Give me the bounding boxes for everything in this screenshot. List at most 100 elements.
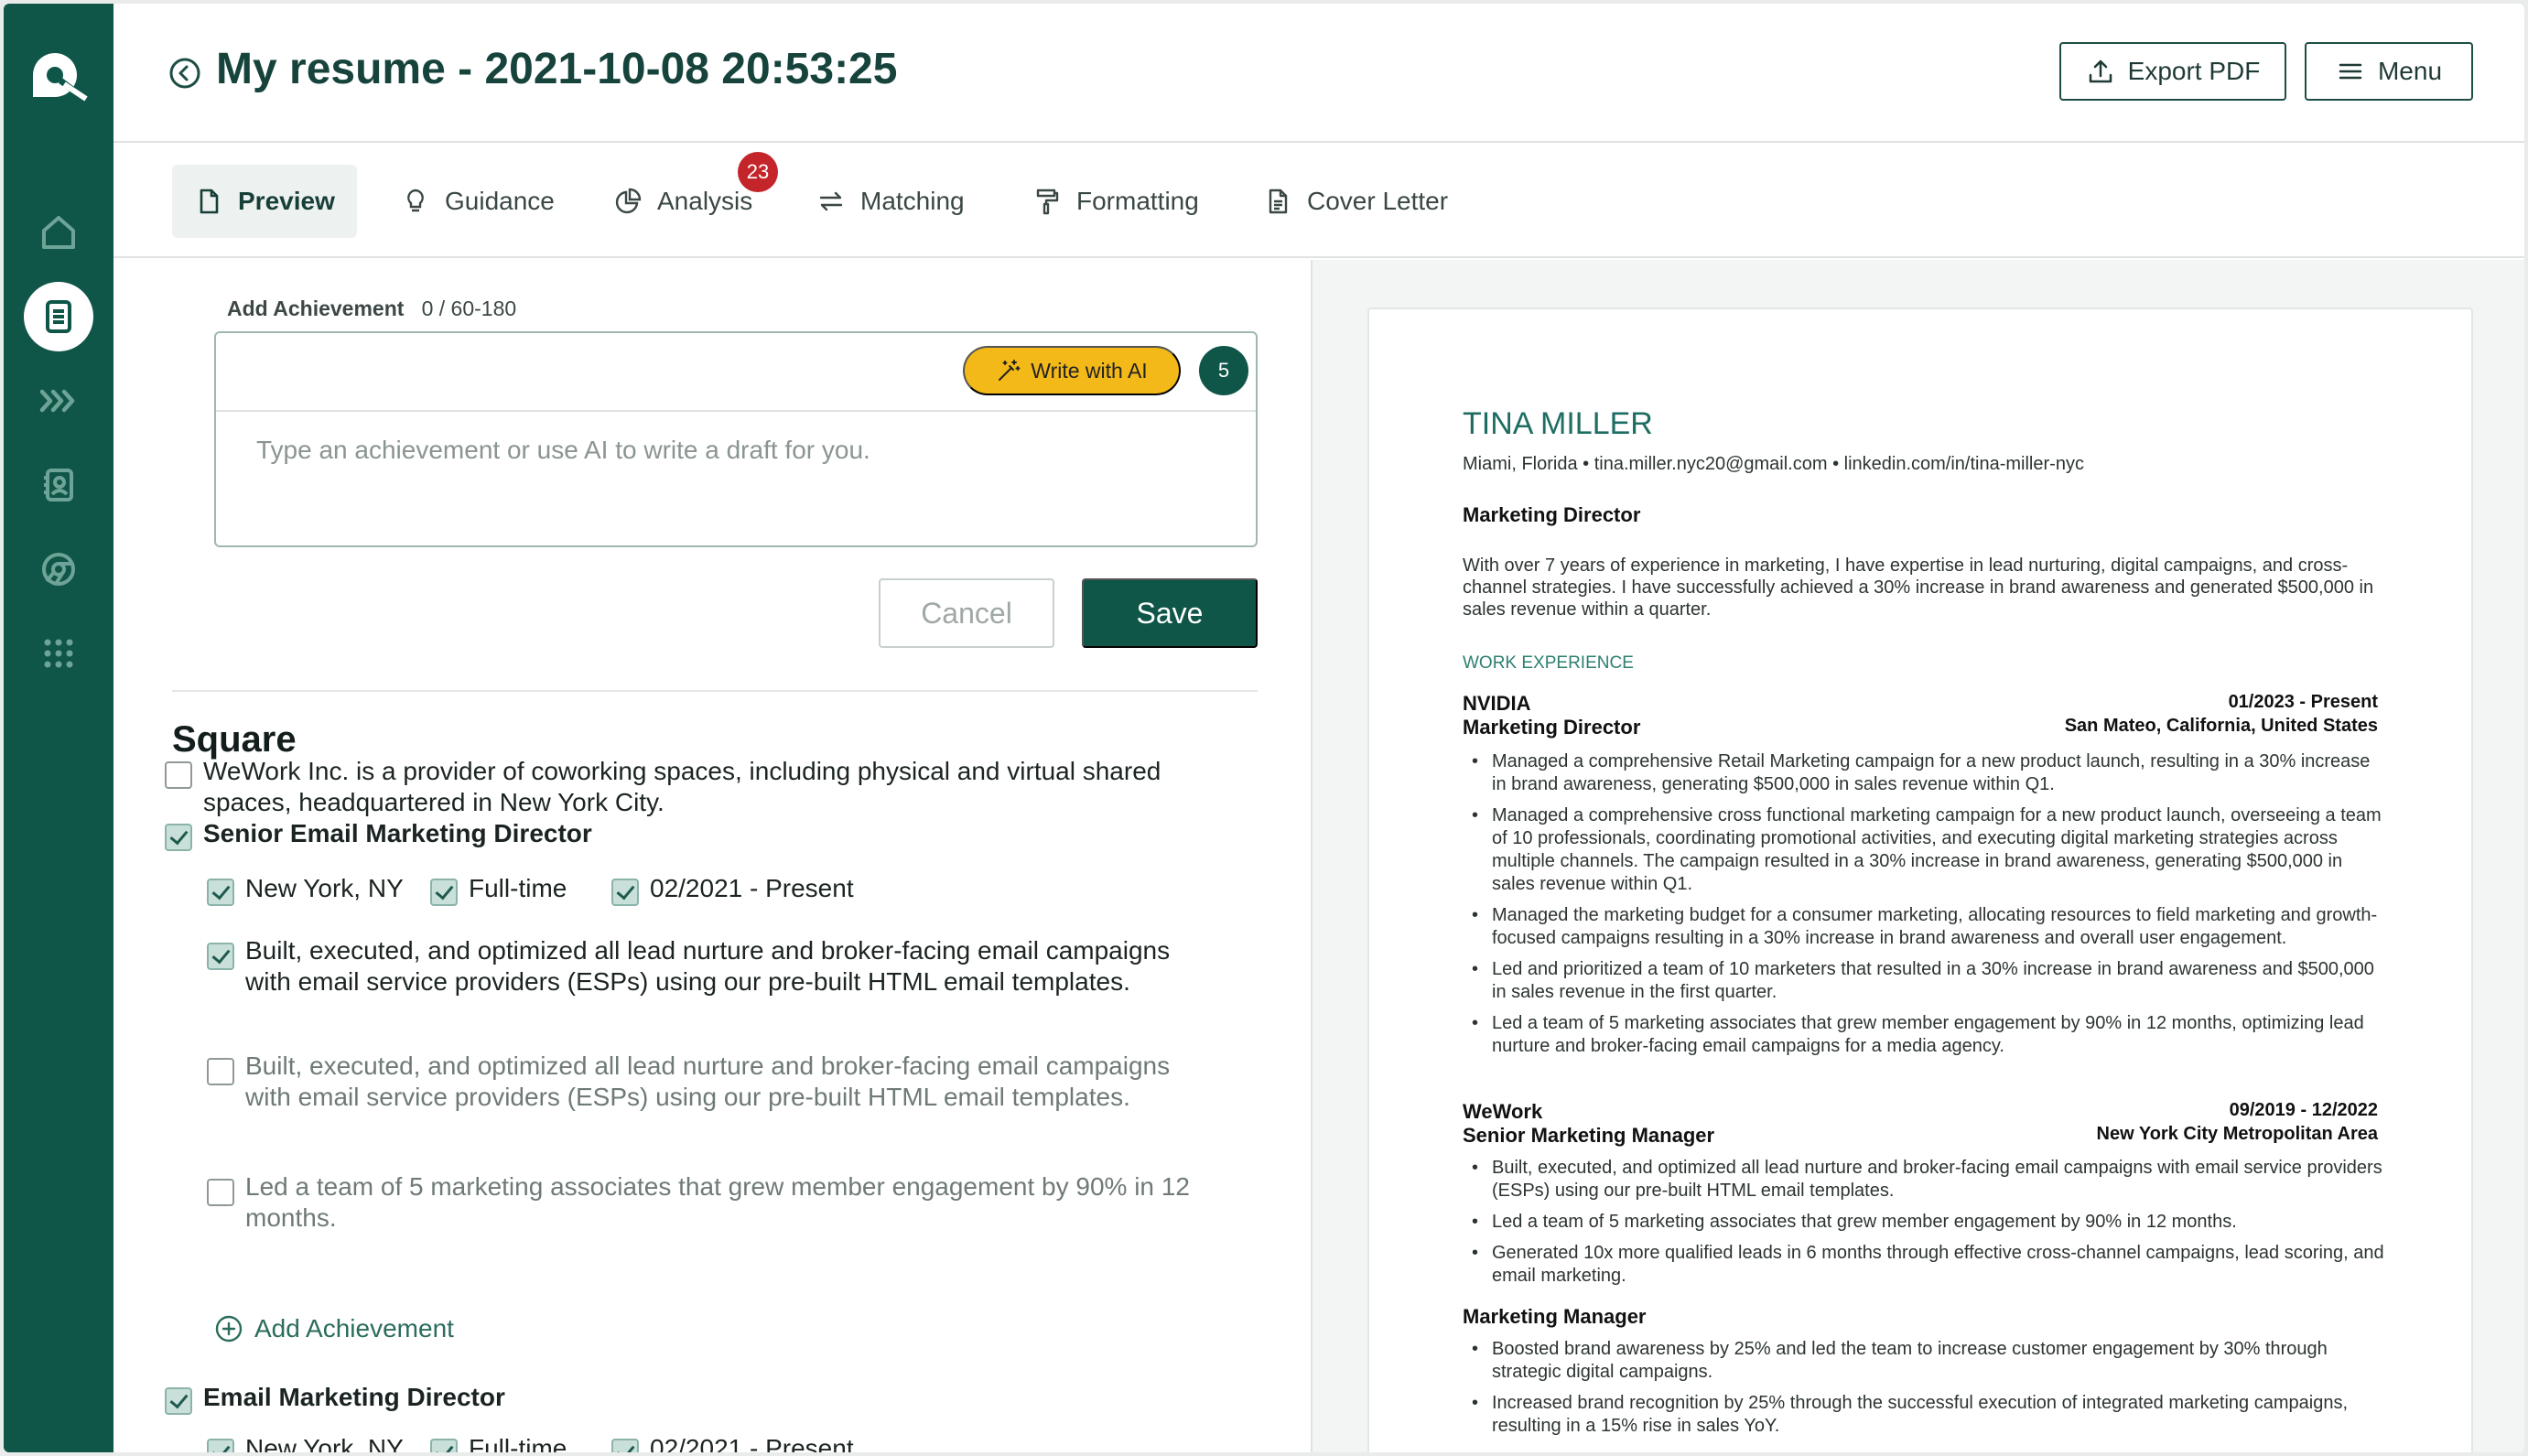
- ai-credits-badge: 5: [1199, 346, 1248, 395]
- location-checkbox[interactable]: [207, 879, 234, 906]
- resume-page: TINA MILLER Miami, Florida • tina.miller…: [1367, 307, 2473, 1452]
- page-header: My resume - 2021-10-08 20:53:25 Export P…: [113, 4, 2524, 143]
- job-bullet: Managed a comprehensive Retail Marketing…: [1463, 750, 2387, 796]
- role-checkbox[interactable]: [165, 824, 192, 851]
- pie-chart-icon: [615, 188, 642, 214]
- sidebar-item-chrome[interactable]: [24, 534, 93, 604]
- section-divider: [172, 690, 1258, 692]
- achievement-item: Built, executed, and optimized all lead …: [245, 1052, 1171, 1111]
- lightbulb-icon: [407, 189, 424, 212]
- job-title: Marketing Director: [1463, 716, 1641, 739]
- work-experience-heading: WORK EXPERIENCE: [1463, 653, 1634, 673]
- resume-summary: With over 7 years of experience in marke…: [1463, 555, 2374, 620]
- editor-divider: [216, 410, 1256, 412]
- tab-cover-letter-label: Cover Letter: [1307, 187, 1449, 215]
- company-description: WeWork Inc. is a provider of coworking s…: [203, 757, 1161, 816]
- dates-checkbox[interactable]: [611, 879, 639, 906]
- job-location: San Mateo, California, United States: [2064, 716, 2378, 736]
- employment-type-checkbox[interactable]: [430, 879, 458, 906]
- job-location: New York City Metropolitan Area: [2096, 1124, 2378, 1144]
- grid-icon: [44, 639, 73, 668]
- achievement-item: Built, executed, and optimized all lead …: [245, 936, 1171, 996]
- achievement-checkbox[interactable]: [207, 1058, 234, 1085]
- save-button[interactable]: Save: [1082, 578, 1258, 648]
- tab-guidance[interactable]: Guidance: [379, 165, 577, 238]
- role-title: Senior Email Marketing Director: [203, 819, 592, 847]
- achievement-editor[interactable]: Write with AI 5 Type an achievement or u…: [214, 331, 1258, 547]
- tab-matching[interactable]: Matching: [794, 165, 987, 238]
- location-checkbox[interactable]: [207, 1439, 234, 1452]
- company-desc-checkbox[interactable]: [165, 761, 192, 789]
- export-pdf-button[interactable]: Export PDF: [2059, 42, 2286, 101]
- tab-matching-label: Matching: [860, 187, 965, 215]
- upload-icon: [2089, 59, 2112, 83]
- job-dates: 01/2023 - Present: [2228, 692, 2378, 712]
- home-icon: [42, 216, 75, 249]
- job-bullet: Boosted brand awareness by 25% and led t…: [1463, 1338, 2387, 1384]
- analysis-badge: 23: [738, 152, 778, 192]
- write-with-ai-button[interactable]: Write with AI: [963, 346, 1181, 395]
- document-lines-icon: [1269, 189, 1288, 214]
- add-achievement-label: Add Achievement: [254, 1314, 454, 1343]
- location-text: New York, NY: [245, 1434, 404, 1452]
- dates-text: 02/2021 - Present: [650, 874, 854, 902]
- company-heading: Square: [172, 719, 297, 760]
- role-checkbox[interactable]: [165, 1387, 192, 1415]
- job-bullet: Built, executed, and optimized all lead …: [1463, 1157, 2387, 1203]
- export-pdf-label: Export PDF: [2127, 57, 2261, 85]
- job-title: Senior Marketing Manager: [1463, 1124, 1715, 1147]
- tab-preview[interactable]: Preview: [172, 165, 357, 238]
- app-logo-icon[interactable]: [24, 44, 93, 108]
- file-icon: [200, 189, 219, 214]
- menu-button[interactable]: Menu: [2305, 42, 2473, 101]
- job-title: Marketing Manager: [1463, 1305, 1647, 1328]
- job-bullets: Managed a comprehensive Retail Marketing…: [1463, 750, 2387, 1066]
- job-bullet: Led a team of 5 marketing associates tha…: [1463, 1211, 2387, 1234]
- dates-text: 02/2021 - Present: [650, 1434, 854, 1452]
- add-achievement-title: Add Achievement: [227, 297, 405, 320]
- sidebar-item-apps[interactable]: [24, 619, 93, 688]
- location-text: New York, NY: [245, 874, 404, 902]
- sidebar: [4, 4, 113, 1452]
- tab-preview-label: Preview: [238, 187, 335, 215]
- achievement-item: Led a team of 5 marketing associates tha…: [245, 1172, 1190, 1232]
- sidebar-item-home[interactable]: [24, 198, 93, 267]
- plus-circle-icon: [215, 1315, 243, 1343]
- job-dates: 09/2019 - 12/2022: [2229, 1100, 2378, 1120]
- sidebar-item-jobs[interactable]: [24, 366, 93, 436]
- resume-contact: Miami, Florida • tina.miller.nyc20@gmail…: [1463, 454, 2084, 474]
- app-window: My resume - 2021-10-08 20:53:25 Export P…: [4, 4, 2524, 1452]
- hamburger-icon: [2339, 63, 2362, 80]
- contact-book-icon: [44, 469, 73, 502]
- job-bullet: Led a team of 5 marketing associates tha…: [1463, 1012, 2387, 1058]
- arrows-icon: [819, 191, 843, 211]
- job-bullet: Increased brand recognition by 25% throu…: [1463, 1392, 2387, 1438]
- employment-type-text: Full-time: [469, 874, 567, 902]
- job-bullets: Built, executed, and optimized all lead …: [1463, 1157, 2387, 1296]
- job-bullets: Boosted brand awareness by 25% and led t…: [1463, 1338, 2387, 1446]
- sidebar-item-resume[interactable]: [24, 282, 93, 351]
- sidebar-item-contacts[interactable]: [24, 450, 93, 520]
- achievement-checkbox[interactable]: [207, 1179, 234, 1206]
- achievement-checkbox[interactable]: [207, 943, 234, 970]
- add-achievement-header: Add Achievement 0 / 60-180: [227, 297, 516, 321]
- write-with-ai-label: Write with AI: [1031, 358, 1148, 383]
- magic-wand-icon: [999, 360, 1021, 381]
- cancel-button[interactable]: Cancel: [879, 578, 1054, 648]
- job-company: WeWork: [1463, 1100, 1543, 1123]
- achievement-placeholder[interactable]: Type an achievement or use AI to write a…: [256, 436, 870, 465]
- role-title: Email Marketing Director: [203, 1383, 505, 1411]
- page-title: My resume - 2021-10-08 20:53:25: [216, 45, 898, 93]
- tab-guidance-label: Guidance: [445, 187, 555, 215]
- tab-bar: Preview Guidance Analysis 23 Matching Fo…: [113, 143, 2524, 258]
- tab-formatting[interactable]: Formatting: [1010, 165, 1221, 238]
- job-bullet: Managed a comprehensive cross functional…: [1463, 804, 2387, 896]
- tab-cover-letter[interactable]: Cover Letter: [1241, 165, 1470, 238]
- back-arrow-icon[interactable]: [168, 57, 201, 90]
- dates-checkbox[interactable]: [611, 1439, 639, 1452]
- tab-formatting-label: Formatting: [1076, 187, 1199, 215]
- job-bullet: Generated 10x more qualified leads in 6 …: [1463, 1242, 2387, 1288]
- resume-preview-panel: TINA MILLER Miami, Florida • tina.miller…: [1313, 260, 2524, 1452]
- add-achievement-link[interactable]: Add Achievement: [214, 1314, 454, 1343]
- employment-type-checkbox[interactable]: [430, 1439, 458, 1452]
